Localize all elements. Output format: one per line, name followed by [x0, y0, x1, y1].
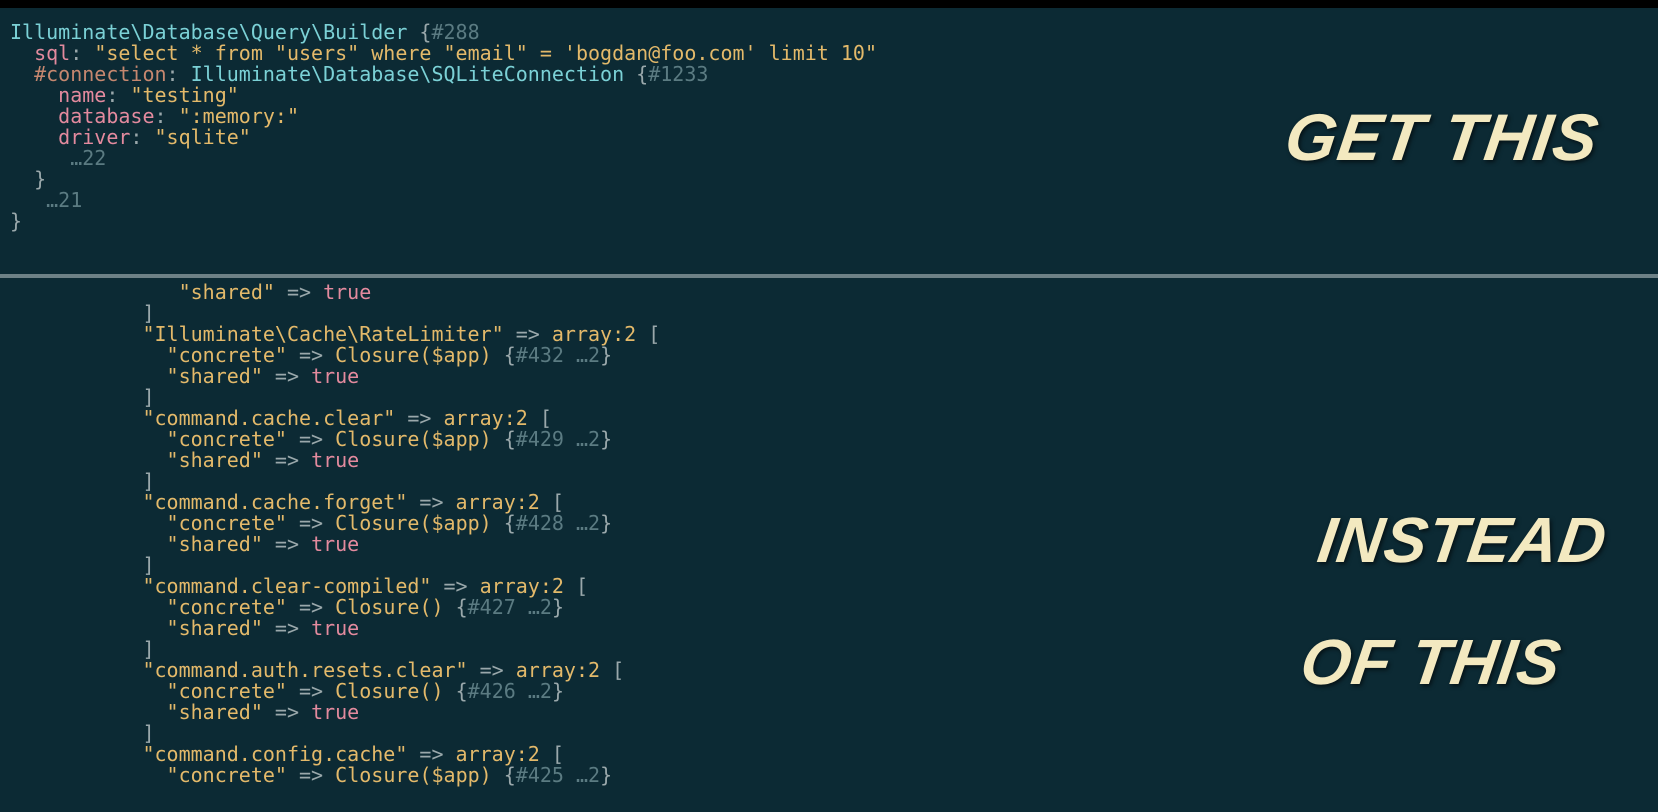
top-output-pane: Illuminate\Database\Query\Builder {#288 …: [0, 8, 1658, 274]
bottom-output-pane: "shared" => true ] "Illuminate\Cache\Rat…: [0, 278, 1658, 812]
window-top-border: [0, 0, 1658, 8]
bottom-dump-code: "shared" => true ] "Illuminate\Cache\Rat…: [10, 282, 1648, 786]
top-dump-code: Illuminate\Database\Query\Builder {#288 …: [10, 22, 1648, 232]
